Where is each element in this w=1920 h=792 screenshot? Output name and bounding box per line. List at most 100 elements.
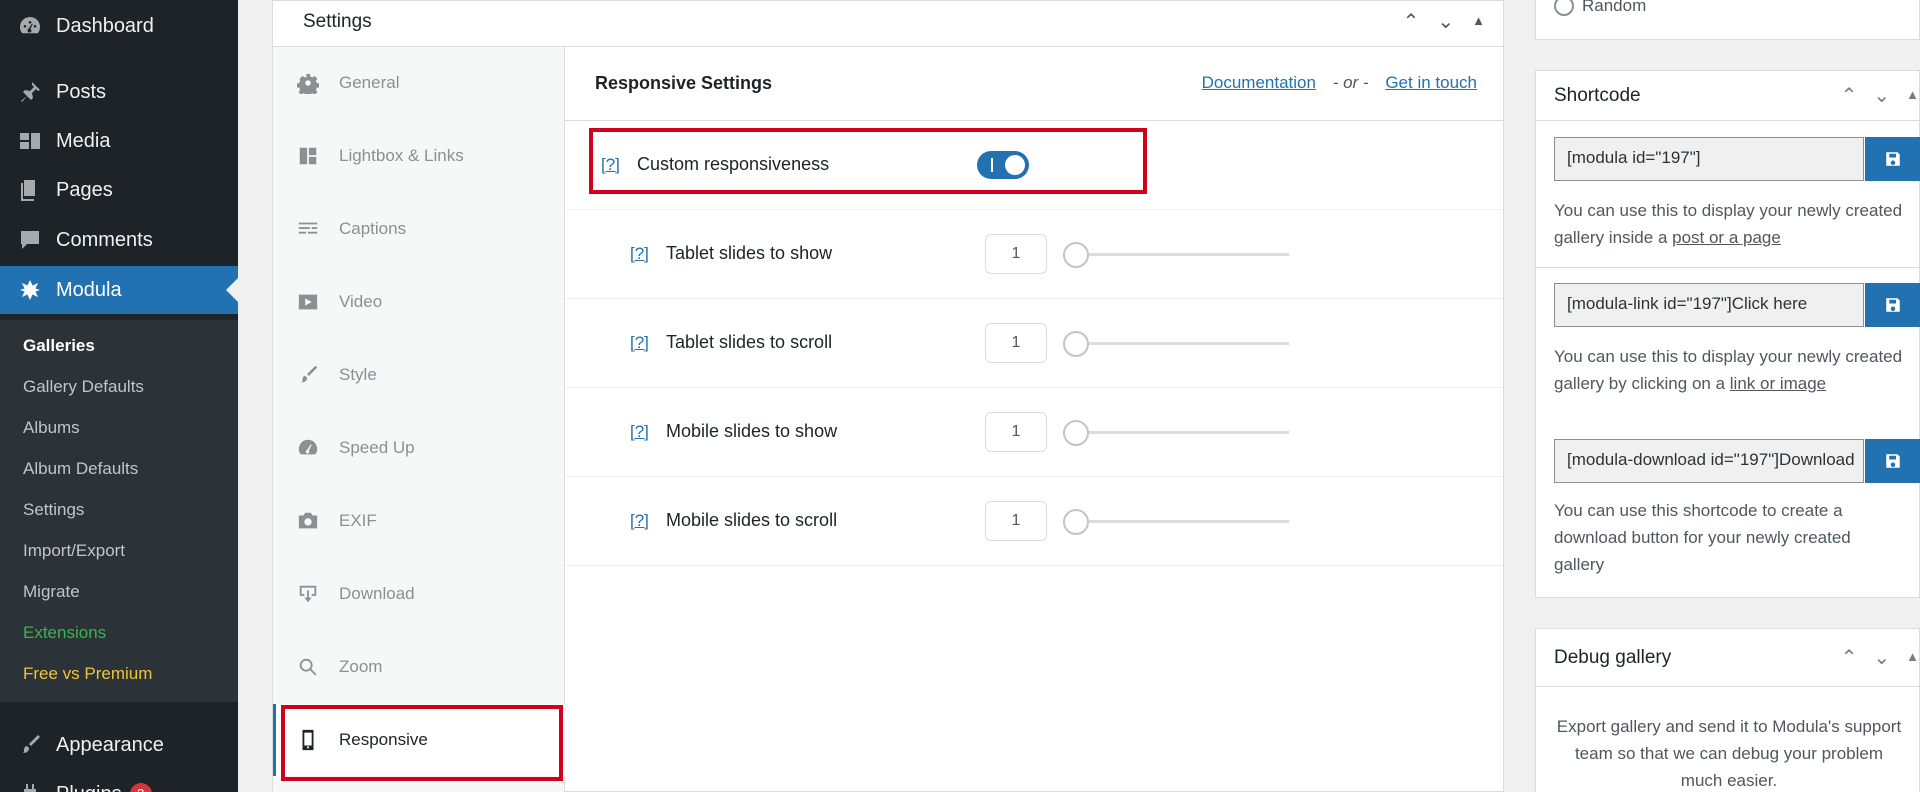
chevron-down-icon[interactable]: ⌄ bbox=[1873, 645, 1890, 670]
slider-track[interactable] bbox=[1063, 253, 1289, 256]
shortcode-field[interactable]: [modula id="197"] bbox=[1554, 137, 1864, 181]
tab-label: Style bbox=[339, 365, 377, 384]
mobile-slides-scroll-row: [?] Mobile slides to scroll 1 bbox=[565, 477, 1503, 566]
link-or-image-link[interactable]: link or image bbox=[1730, 374, 1826, 393]
radio-button[interactable] bbox=[1554, 0, 1574, 16]
menu-item-appearance[interactable]: Appearance bbox=[0, 721, 238, 769]
slider-handle[interactable] bbox=[1063, 509, 1089, 535]
shortcode-description: You can use this to display your newly c… bbox=[1554, 343, 1904, 397]
settings-tabs: General Lightbox & Links Captions Video … bbox=[273, 47, 565, 792]
speedometer-icon bbox=[297, 437, 319, 459]
tab-video[interactable]: Video bbox=[273, 266, 565, 338]
tab-lightbox-links[interactable]: Lightbox & Links bbox=[273, 120, 565, 192]
shortcode-row: [modula id="197"] bbox=[1554, 137, 1920, 181]
chevron-up-icon[interactable]: ⌃ bbox=[1841, 83, 1858, 108]
post-or-page-link[interactable]: post or a page bbox=[1672, 228, 1781, 247]
submenu-gallery-defaults[interactable]: Gallery Defaults bbox=[23, 377, 144, 397]
slider-handle[interactable] bbox=[1063, 420, 1089, 446]
tab-download[interactable]: Download bbox=[273, 558, 565, 630]
chevron-up-icon[interactable]: ⌃ bbox=[1403, 9, 1420, 34]
download-icon bbox=[297, 583, 319, 605]
collapse-triangle-icon[interactable]: ▲ bbox=[1472, 13, 1485, 34]
chevron-down-icon[interactable]: ⌄ bbox=[1873, 83, 1890, 108]
menu-item-pages[interactable]: Pages bbox=[0, 166, 238, 214]
mobile-slides-show-input[interactable]: 1 bbox=[985, 412, 1047, 452]
submenu-albums[interactable]: Albums bbox=[23, 418, 80, 438]
mobile-slides-scroll-input[interactable]: 1 bbox=[985, 501, 1047, 541]
chevron-down-icon[interactable]: ⌄ bbox=[1437, 9, 1454, 34]
slider-handle[interactable] bbox=[1063, 242, 1089, 268]
menu-item-comments[interactable]: Comments bbox=[0, 216, 238, 264]
copy-shortcode-button[interactable] bbox=[1865, 283, 1920, 327]
tablet-slides-show-input[interactable]: 1 bbox=[985, 234, 1047, 274]
help-links: Documentation - or - Get in touch bbox=[1202, 73, 1477, 93]
metabox-controls: ⌃ ⌄ ▲ bbox=[1841, 83, 1919, 108]
submenu-free-vs-premium[interactable]: Free vs Premium bbox=[23, 664, 152, 684]
submenu-settings[interactable]: Settings bbox=[23, 500, 84, 520]
menu-item-plugins[interactable]: Plugins 2 bbox=[0, 770, 238, 792]
shortcode-header: Shortcode ⌃ ⌄ ▲ bbox=[1536, 71, 1919, 121]
menu-item-posts[interactable]: Posts bbox=[0, 68, 238, 116]
field-label: Mobile slides to scroll bbox=[666, 510, 838, 530]
highlight-box-responsive-tab bbox=[281, 705, 563, 781]
panel-title: Responsive Settings bbox=[595, 73, 773, 93]
chevron-up-icon[interactable]: ⌃ bbox=[1841, 645, 1858, 670]
submenu-import-export[interactable]: Import/Export bbox=[23, 541, 125, 561]
shortcode-link-field[interactable]: [modula-link id="197"]Click here bbox=[1554, 283, 1864, 327]
tablet-slides-scroll-row: [?] Tablet slides to scroll 1 bbox=[565, 299, 1503, 388]
menu-label: Dashboard bbox=[56, 14, 154, 37]
shortcode-download-field[interactable]: [modula-download id="197"]Download bbox=[1554, 439, 1864, 483]
submenu-album-defaults[interactable]: Album Defaults bbox=[23, 459, 138, 479]
video-icon bbox=[297, 291, 319, 313]
submenu-extensions[interactable]: Extensions bbox=[23, 623, 106, 643]
tab-zoom[interactable]: Zoom bbox=[273, 631, 565, 703]
documentation-link[interactable]: Documentation bbox=[1202, 73, 1316, 92]
menu-label: Media bbox=[56, 129, 111, 152]
shortcode-description: You can use this to display your newly c… bbox=[1554, 197, 1904, 251]
description-text: You can use this to display your newly c… bbox=[1554, 347, 1903, 393]
tab-style[interactable]: Style bbox=[273, 339, 565, 411]
menu-item-dashboard[interactable]: Dashboard bbox=[0, 2, 238, 50]
copy-shortcode-button[interactable] bbox=[1865, 137, 1920, 181]
shortcode-box: Shortcode ⌃ ⌄ ▲ [modula id="197"] You ca… bbox=[1535, 70, 1920, 598]
menu-label: Pages bbox=[56, 178, 113, 201]
highlight-box-toggle bbox=[589, 128, 1147, 194]
debug-title: Debug gallery bbox=[1554, 647, 1672, 668]
slider-handle[interactable] bbox=[1063, 331, 1089, 357]
tab-label: Zoom bbox=[339, 657, 383, 676]
comment-icon bbox=[18, 228, 42, 252]
submenu-galleries[interactable]: Galleries bbox=[23, 336, 95, 356]
debug-description: Export gallery and send it to Modula's s… bbox=[1556, 717, 1902, 790]
tab-label: EXIF bbox=[339, 511, 377, 530]
tab-label: Speed Up bbox=[339, 438, 415, 457]
tab-label: Video bbox=[339, 292, 383, 311]
slider-track[interactable] bbox=[1063, 520, 1289, 523]
help-tooltip-link[interactable]: [?] bbox=[630, 333, 649, 353]
collapse-triangle-icon[interactable]: ▲ bbox=[1906, 87, 1919, 108]
tab-label: General bbox=[339, 73, 400, 92]
tab-exif[interactable]: EXIF bbox=[273, 485, 565, 557]
menu-label: Appearance bbox=[56, 733, 164, 756]
slider-track[interactable] bbox=[1063, 431, 1289, 434]
get-in-touch-link[interactable]: Get in touch bbox=[1385, 73, 1477, 92]
copy-shortcode-button[interactable] bbox=[1865, 439, 1920, 483]
menu-item-modula[interactable]: Modula bbox=[0, 266, 238, 314]
collapse-triangle-icon[interactable]: ▲ bbox=[1906, 649, 1919, 670]
pages-icon bbox=[18, 178, 42, 202]
brush-icon bbox=[18, 733, 42, 757]
submenu-migrate[interactable]: Migrate bbox=[23, 582, 80, 602]
help-tooltip-link[interactable]: [?] bbox=[630, 511, 649, 531]
tab-speed-up[interactable]: Speed Up bbox=[273, 412, 565, 484]
slider-track[interactable] bbox=[1063, 342, 1289, 345]
help-tooltip-link[interactable]: [?] bbox=[630, 244, 649, 264]
tab-general[interactable]: General bbox=[273, 47, 565, 119]
field-label: Mobile slides to show bbox=[666, 421, 838, 441]
search-icon bbox=[297, 656, 319, 678]
shortcode-title: Shortcode bbox=[1554, 85, 1641, 106]
dashboard-icon bbox=[18, 14, 42, 38]
tablet-slides-scroll-input[interactable]: 1 bbox=[985, 323, 1047, 363]
help-tooltip-link[interactable]: [?] bbox=[630, 422, 649, 442]
tab-captions[interactable]: Captions bbox=[273, 193, 565, 265]
menu-item-media[interactable]: Media bbox=[0, 117, 238, 165]
random-radio-option[interactable]: Random bbox=[1554, 0, 1646, 16]
